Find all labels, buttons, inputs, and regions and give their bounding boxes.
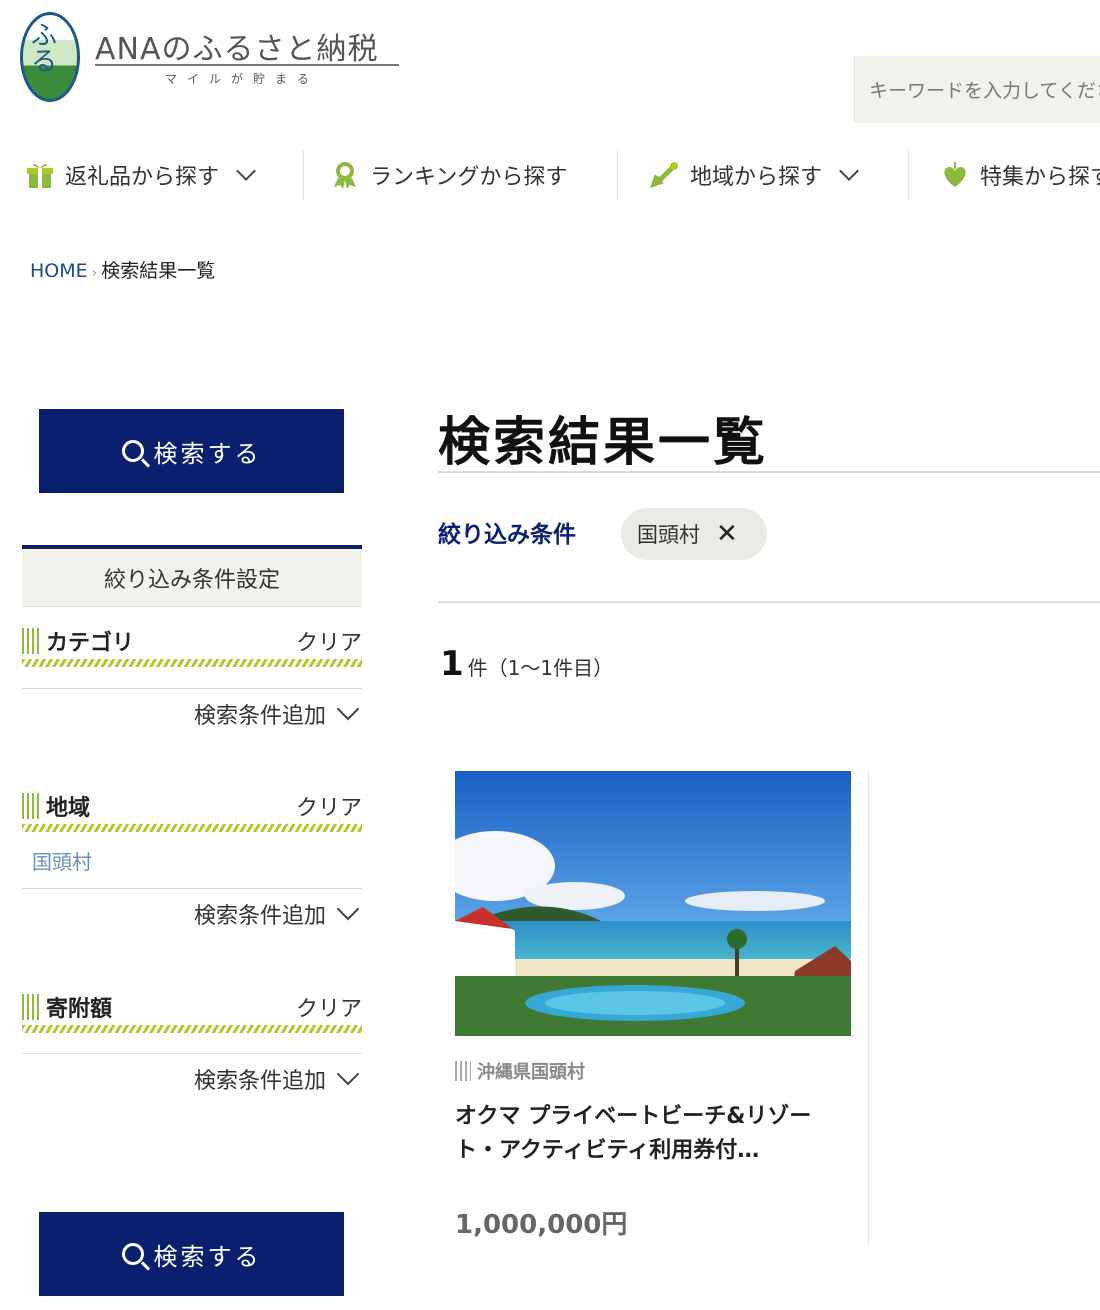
section-stripe (22, 659, 362, 667)
nav-label: 地域から探す (690, 165, 823, 190)
search-icon (121, 1243, 144, 1265)
product-region: 沖縄県国頭村 (455, 1058, 585, 1084)
nav-label: 特集から探す (980, 165, 1100, 190)
map-pin-icon (650, 160, 680, 190)
title-rule (438, 471, 1100, 473)
search-icon (121, 440, 144, 462)
nav-label: 返礼品から探す (65, 165, 220, 190)
clear-region-button[interactable]: クリア (296, 790, 362, 822)
close-icon[interactable]: ✕ (716, 519, 738, 549)
breadcrumb-home-link[interactable]: HOME (30, 260, 88, 282)
site-logo[interactable]: ふる (20, 12, 80, 102)
section-title: 地域 (46, 796, 91, 821)
search-button-top[interactable]: 検索する (39, 409, 344, 493)
chevron-down-icon (336, 697, 360, 721)
chevron-down-icon (839, 161, 859, 181)
add-condition-label: 検索条件追加 (193, 704, 326, 729)
filter-section-region: 地域 クリア (22, 788, 362, 824)
card-border (868, 770, 869, 1246)
breadcrumb-current: 検索結果一覧 (101, 260, 216, 282)
nav-item-gifts[interactable]: 返礼品から探す (25, 150, 257, 200)
award-icon (330, 160, 360, 190)
divider (22, 1053, 362, 1054)
add-donation-condition-button[interactable]: 検索条件追加 (193, 1062, 362, 1095)
add-condition-label: 検索条件追加 (193, 1069, 326, 1094)
nav-divider (617, 150, 618, 200)
nav-item-ranking[interactable]: ランキングから探す (330, 150, 567, 200)
chevron-down-icon (236, 161, 256, 181)
result-count-text: 件（1〜1件目） (467, 656, 614, 680)
divider (22, 888, 362, 889)
site-title[interactable]: ANAのふるさと納税 (95, 24, 379, 68)
nav-item-features[interactable]: 特集から探す (940, 150, 1100, 200)
nav-divider (303, 150, 304, 200)
section-stripe (22, 824, 362, 832)
product-image[interactable] (455, 771, 851, 1036)
divider (22, 688, 362, 689)
search-button-bottom[interactable]: 検索する (39, 1212, 344, 1296)
section-marker-icon (22, 793, 40, 819)
section-marker-icon (22, 994, 40, 1020)
add-category-condition-button[interactable]: 検索条件追加 (193, 697, 362, 730)
product-title-link[interactable]: オクマ プライベートビーチ&リゾート・アクティビティ利用券付… (455, 1100, 850, 1168)
section-title: 寄附額 (46, 997, 113, 1022)
site-tagline: マイルが貯まる (165, 72, 320, 86)
filter-chip-region[interactable]: 国頭村 ✕ (621, 508, 767, 560)
filter-panel-title: 絞り込み条件設定 (22, 545, 362, 607)
nav-label: ランキングから探す (370, 165, 568, 190)
gift-icon (25, 160, 55, 190)
nav-item-region[interactable]: 地域から探す (650, 150, 860, 200)
filter-chip-label: 国頭村 (637, 523, 700, 547)
product-region-label: 沖縄県国頭村 (477, 1062, 585, 1083)
chevron-down-icon (336, 897, 360, 921)
result-count-number: 1 (440, 644, 464, 684)
breadcrumb: HOME › 検索結果一覧 (30, 256, 215, 283)
keyword-search-input[interactable]: キーワードを入力してください (853, 56, 1100, 123)
breadcrumb-separator: › (91, 265, 98, 281)
page-title: 検索結果一覧 (438, 413, 769, 473)
add-region-condition-button[interactable]: 検索条件追加 (193, 897, 362, 930)
logo-underline (95, 64, 399, 66)
filter-conditions-label: 絞り込み条件 (438, 522, 576, 548)
filter-section-category: カテゴリ クリア (22, 623, 362, 659)
result-count: 1 件（1〜1件目） (440, 644, 613, 684)
section-marker-icon (22, 628, 40, 654)
nav-divider (908, 150, 909, 200)
search-button-label: 検索する (153, 1242, 262, 1271)
search-button-label: 検索する (153, 439, 262, 468)
section-stripe (22, 1025, 362, 1033)
filter-rule (438, 601, 1100, 603)
clear-donation-button[interactable]: クリア (296, 991, 362, 1023)
filter-section-donation: 寄附額 クリア (22, 989, 362, 1025)
chevron-down-icon (336, 1062, 360, 1086)
heart-icon (940, 160, 970, 190)
product-price: 1,000,000円 (455, 1210, 628, 1240)
section-title: カテゴリ (46, 631, 135, 656)
clear-category-button[interactable]: クリア (296, 625, 362, 657)
region-marker-icon (455, 1061, 471, 1081)
selected-region-value[interactable]: 国頭村 (32, 846, 92, 875)
add-condition-label: 検索条件追加 (193, 904, 326, 929)
